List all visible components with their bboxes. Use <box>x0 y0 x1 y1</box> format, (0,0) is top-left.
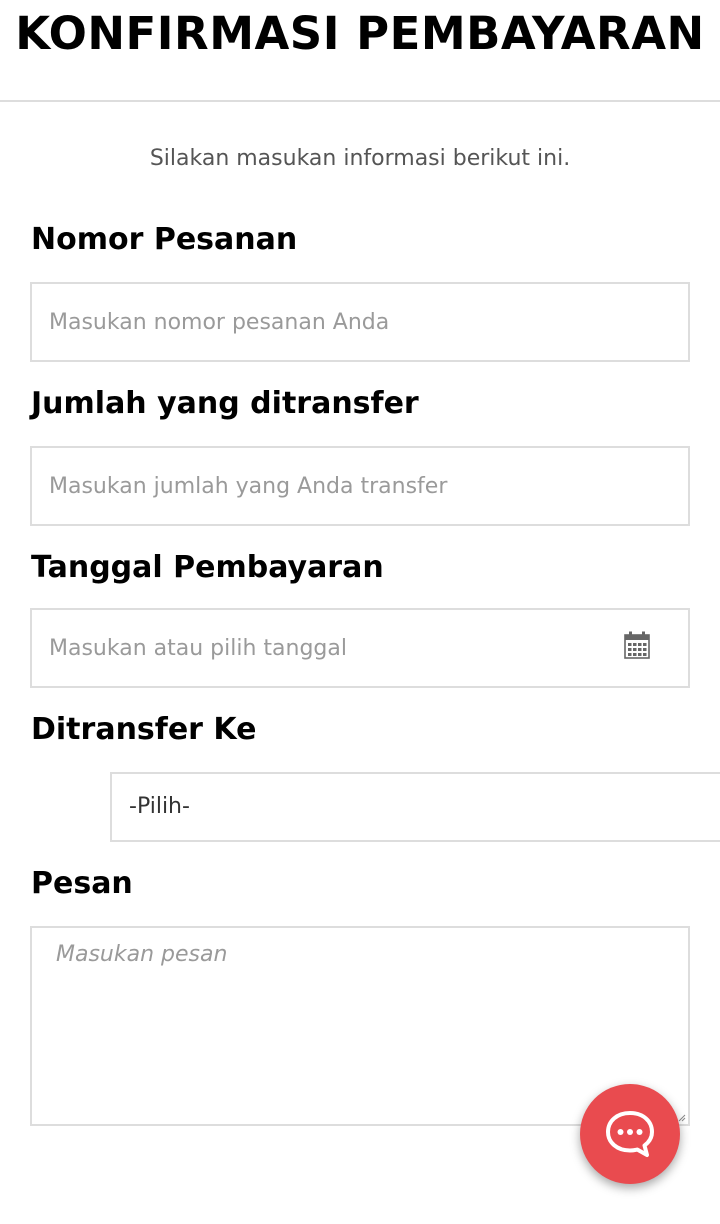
payment-date-input[interactable] <box>30 608 690 688</box>
calendar-icon[interactable] <box>624 631 650 659</box>
page-title: KONFIRMASI PEMBAYARAN <box>15 7 705 60</box>
message-label: Pesan <box>31 866 133 901</box>
intro-text: Silakan masukan informasi berikut ini. <box>149 146 571 171</box>
chat-bubble-icon <box>606 1111 654 1157</box>
order-number-label: Nomor Pesanan <box>31 222 298 257</box>
transfer-to-label: Ditransfer Ke <box>31 712 257 747</box>
amount-label: Jumlah yang ditransfer <box>31 386 419 421</box>
chat-button[interactable] <box>580 1084 680 1184</box>
payment-date-label: Tanggal Pembayaran <box>31 550 384 585</box>
transfer-to-selected-value: -Pilih- <box>129 794 190 819</box>
amount-input[interactable] <box>30 446 690 526</box>
resize-handle-icon[interactable] <box>678 1114 686 1122</box>
order-number-input[interactable] <box>30 282 690 362</box>
title-divider <box>0 100 720 102</box>
transfer-to-select[interactable]: -Pilih- <box>110 772 720 842</box>
message-textarea[interactable] <box>30 926 690 1126</box>
